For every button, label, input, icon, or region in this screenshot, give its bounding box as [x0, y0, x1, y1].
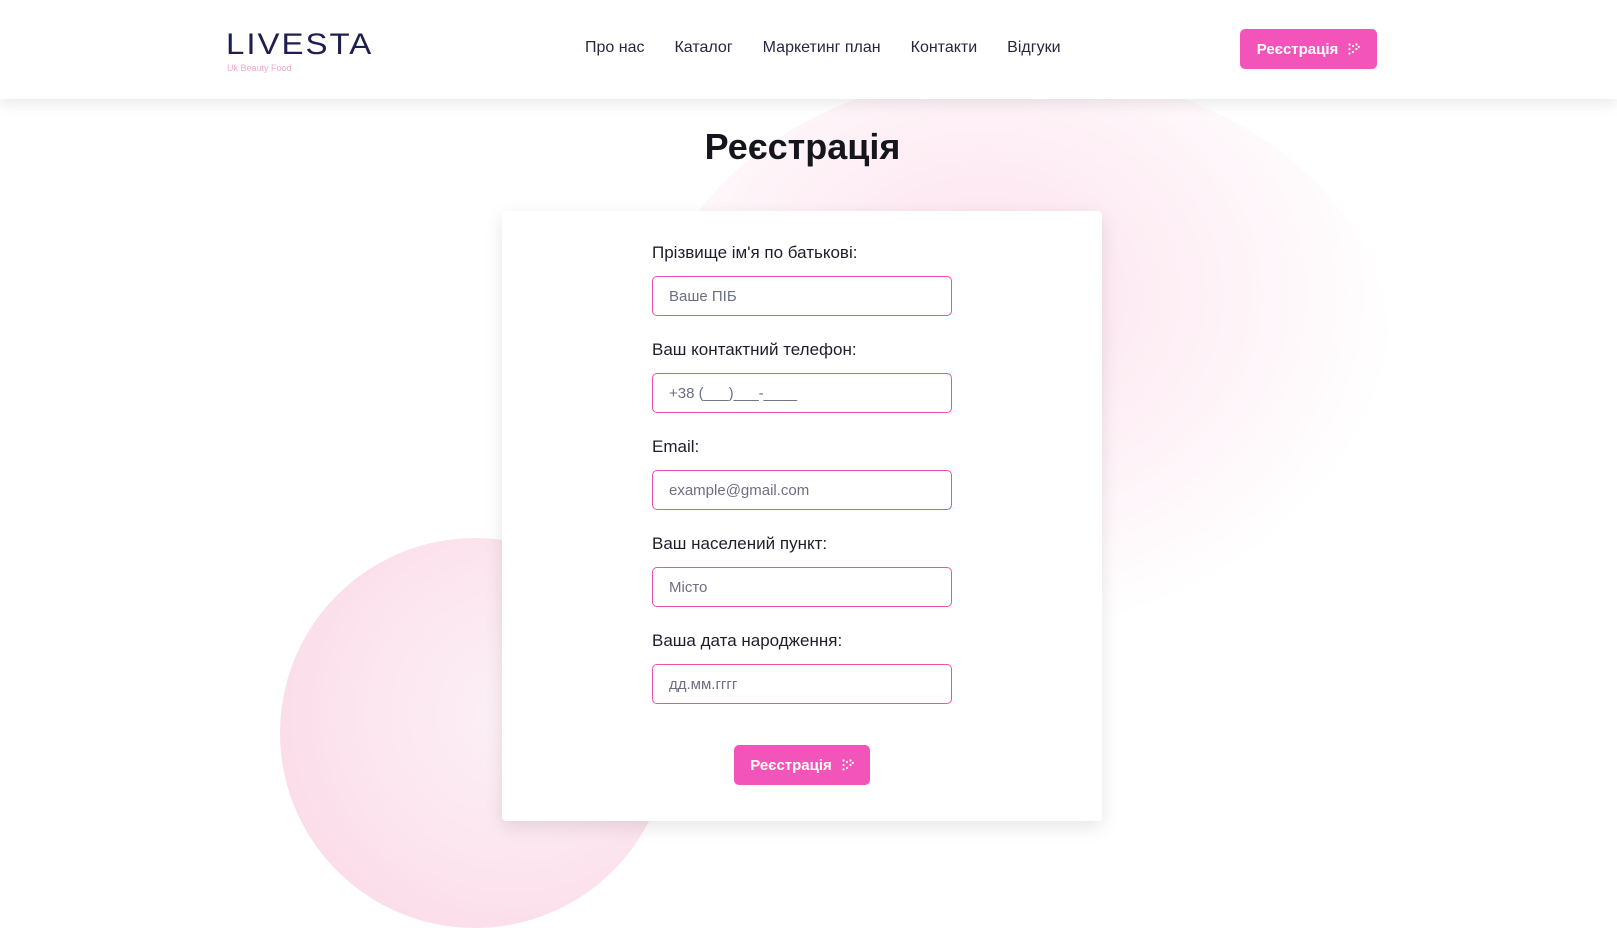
registration-form: Прізвище ім'я по батькові: Ваш контактни…: [502, 211, 1102, 821]
birthdate-input[interactable]: [652, 664, 952, 704]
logo-tagline: Uk Beauty Food: [227, 63, 292, 73]
submit-register-label: Реєстрація: [750, 756, 832, 774]
logo-text: LIVESTA: [226, 27, 374, 61]
nav-link-reviews[interactable]: Відгуки: [1007, 39, 1060, 57]
birthdate-group: Ваша дата народження:: [652, 631, 952, 704]
email-group: Email:: [652, 437, 952, 510]
birthdate-label: Ваша дата народження:: [652, 631, 843, 650]
submit-register-button[interactable]: Реєстрація: [734, 745, 870, 785]
site-header: LIVESTA Uk Beauty Food Про нас Каталог М…: [0, 0, 1617, 99]
full-name-label: Прізвище ім'я по батькові:: [652, 243, 858, 262]
main-nav: Про нас Каталог Маркетинг план Контакти …: [585, 39, 1091, 57]
full-name-input[interactable]: [652, 276, 952, 316]
city-group: Ваш населений пункт:: [652, 534, 952, 607]
phone-label: Ваш контактний телефон:: [652, 340, 857, 359]
logo[interactable]: LIVESTA Uk Beauty Food: [226, 27, 374, 73]
full-name-group: Прізвище ім'я по батькові:: [652, 243, 952, 316]
nav-link-about[interactable]: Про нас: [585, 39, 644, 57]
page-title: Реєстрація: [704, 126, 901, 167]
nav-link-contacts[interactable]: Контакти: [911, 39, 978, 57]
phone-group: Ваш контактний телефон:: [652, 340, 952, 413]
nav-link-marketing-plan[interactable]: Маркетинг план: [763, 39, 881, 57]
email-label: Email:: [652, 437, 700, 456]
city-label: Ваш населений пункт:: [652, 534, 828, 553]
phone-input[interactable]: [652, 373, 952, 413]
nav-link-catalog[interactable]: Каталог: [674, 39, 732, 57]
email-input[interactable]: [652, 470, 952, 510]
header-register-label: Реєстрація: [1256, 40, 1339, 58]
city-input[interactable]: [652, 567, 952, 607]
dots-arrow-icon: [842, 759, 854, 771]
header-register-button[interactable]: Реєстрація: [1240, 29, 1377, 69]
dots-arrow-icon: [1348, 43, 1361, 55]
